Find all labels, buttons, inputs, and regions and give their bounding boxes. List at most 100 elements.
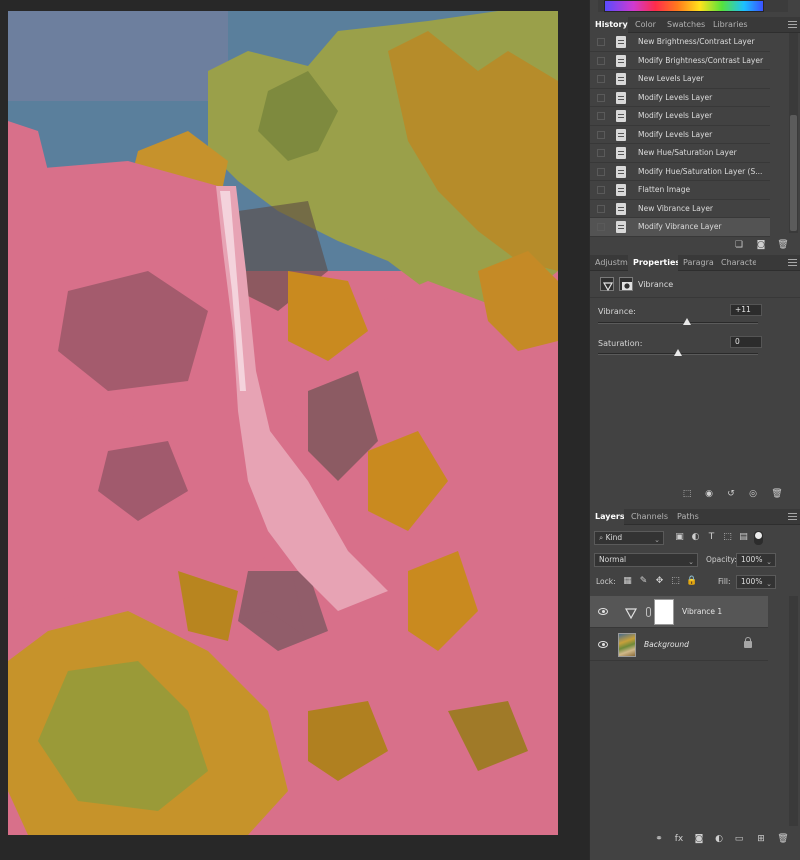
properties-tab-bar: Adjustm Properties Paragra Characte [590, 255, 800, 271]
lock-image-icon[interactable]: ✎ [638, 576, 649, 587]
lock-transparent-icon[interactable]: ▦ [622, 576, 633, 587]
tab-history[interactable]: History [590, 17, 628, 33]
layer-name[interactable]: Background [644, 629, 689, 661]
adjustment-filter-icon[interactable]: ◐ [690, 532, 701, 543]
smart-object-filter-icon[interactable]: ▤ [738, 532, 749, 543]
tab-layers[interactable]: Layers [590, 509, 624, 525]
add-mask-icon[interactable]: ◙ [693, 833, 705, 845]
new-snapshot-icon[interactable]: ❏ [733, 239, 745, 251]
layer-row-vibrance[interactable]: Vibrance 1 [590, 596, 768, 628]
history-brush-source-checkbox[interactable] [597, 75, 605, 83]
saturation-slider-thumb[interactable] [674, 349, 682, 356]
document-image[interactable] [8, 11, 558, 835]
fill-field[interactable]: 100% ⌄ [736, 575, 776, 589]
layer-row-background[interactable]: Background [590, 629, 768, 661]
trash-icon[interactable]: 🗑 [777, 239, 789, 251]
view-previous-icon[interactable]: ◉ [703, 488, 715, 500]
saturation-slider[interactable] [598, 349, 758, 356]
eye-icon[interactable] [598, 608, 608, 615]
camera-icon[interactable]: ◙ [755, 239, 767, 251]
spectrum-bar[interactable] [604, 0, 764, 12]
history-scroll-thumb[interactable] [790, 115, 797, 231]
type-filter-icon[interactable]: T [706, 532, 717, 543]
tab-adjustments[interactable]: Adjustm [590, 255, 628, 271]
blend-mode-dropdown[interactable]: Normal ⌄ [594, 553, 698, 567]
history-state-label: Modify Hue/Saturation Layer (S... [638, 166, 763, 176]
history-brush-source-checkbox[interactable] [597, 130, 605, 139]
history-state-row[interactable]: Modify Levels Layer [590, 89, 770, 107]
history-brush-source-checkbox[interactable] [597, 223, 605, 231]
saturation-value-input[interactable]: 0 [730, 336, 762, 348]
history-brush-source-checkbox[interactable] [597, 56, 605, 65]
history-brush-source-checkbox[interactable] [597, 112, 605, 120]
tab-swatches[interactable]: Swatches [662, 17, 708, 33]
tab-paths[interactable]: Paths [672, 509, 704, 525]
history-brush-source-checkbox[interactable] [597, 38, 605, 46]
history-brush-source-checkbox[interactable] [597, 93, 605, 102]
history-state-row[interactable]: New Hue/Saturation Layer [590, 144, 770, 163]
chain-link-icon[interactable] [646, 607, 651, 617]
history-scrollbar[interactable] [789, 33, 798, 233]
panel-menu-icon[interactable] [788, 513, 797, 521]
history-brush-source-checkbox[interactable] [597, 204, 605, 213]
layer-mask-icon[interactable] [619, 277, 633, 291]
lock-all-icon[interactable]: 🔒 [686, 576, 697, 587]
history-footer: ❏ ◙ 🗑 [733, 239, 793, 253]
shape-filter-icon[interactable]: ⬚ [722, 532, 733, 543]
fx-icon[interactable]: fx [673, 833, 685, 845]
history-state-row[interactable]: New Brightness/Contrast Layer [590, 33, 770, 52]
pixel-filter-icon[interactable]: ▣ [674, 532, 685, 543]
filter-kind-dropdown[interactable]: ⌕ Kind ⌄ [594, 531, 664, 545]
tab-paragraph[interactable]: Paragra [678, 255, 716, 271]
history-brush-source-checkbox[interactable] [597, 167, 605, 176]
tab-properties[interactable]: Properties [628, 255, 678, 271]
layer-mask-thumbnail[interactable] [654, 599, 674, 625]
layer-name[interactable]: Vibrance 1 [682, 596, 722, 628]
layers-tab-bar: Layers Channels Paths [590, 509, 800, 525]
eye-icon[interactable] [598, 641, 608, 648]
document-icon [616, 54, 626, 67]
adjustment-icon[interactable]: ◐ [713, 833, 725, 845]
tab-character[interactable]: Characte [716, 255, 756, 271]
visibility-icon[interactable]: ◎ [747, 488, 759, 500]
reset-icon[interactable]: ↺ [725, 488, 737, 500]
history-brush-source-checkbox[interactable] [597, 149, 605, 157]
history-state-row[interactable]: Modify Brightness/Contrast Layer [590, 52, 770, 70]
folder-icon[interactable]: ▭ [733, 833, 745, 845]
lock-position-icon[interactable]: ✥ [654, 576, 665, 587]
layers-scrollbar[interactable] [789, 596, 798, 826]
new-layer-icon[interactable]: ⊞ [755, 833, 767, 845]
lock-icon[interactable] [744, 637, 752, 648]
color-spectrum-strip[interactable] [598, 0, 788, 12]
layer-thumbnail[interactable] [618, 633, 636, 657]
trash-icon[interactable]: 🗑 [771, 488, 783, 500]
vibrance-value-input[interactable]: +11 [730, 304, 762, 316]
tab-color[interactable]: Color [630, 17, 662, 33]
document-canvas-area[interactable] [0, 0, 588, 860]
link-icon[interactable]: ⚭ [653, 833, 665, 845]
history-state-row[interactable]: Flatten Image [590, 181, 770, 200]
history-brush-source-checkbox[interactable] [597, 186, 605, 194]
opacity-field[interactable]: 100% ⌄ [736, 553, 776, 567]
search-icon: ⌕ [599, 533, 606, 542]
vibrance-slider-thumb[interactable] [682, 318, 691, 325]
document-icon [616, 165, 626, 178]
history-state-row[interactable]: Modify Vibrance Layer [590, 218, 770, 237]
clip-to-layer-icon[interactable]: ⬚ [681, 488, 693, 500]
tab-channels[interactable]: Channels [626, 509, 672, 525]
history-state-row[interactable]: Modify Levels Layer [590, 126, 770, 144]
history-state-row[interactable]: New Levels Layer [590, 70, 770, 89]
panel-menu-icon[interactable] [788, 259, 797, 267]
vibrance-slider[interactable] [598, 318, 758, 325]
filter-toggle[interactable] [754, 531, 763, 545]
lock-artboard-icon[interactable]: ⬚ [670, 576, 681, 587]
history-state-row[interactable]: Modify Levels Layer [590, 107, 770, 126]
document-icon [616, 147, 626, 159]
trash-icon[interactable]: 🗑 [777, 833, 789, 845]
vibrance-adjustment-icon[interactable] [600, 277, 614, 292]
history-state-row[interactable]: Modify Hue/Saturation Layer (S... [590, 163, 770, 181]
history-state-row[interactable]: New Vibrance Layer [590, 200, 770, 218]
panel-menu-icon[interactable] [788, 21, 797, 29]
document-icon [616, 73, 626, 85]
tab-libraries[interactable]: Libraries [708, 17, 758, 33]
